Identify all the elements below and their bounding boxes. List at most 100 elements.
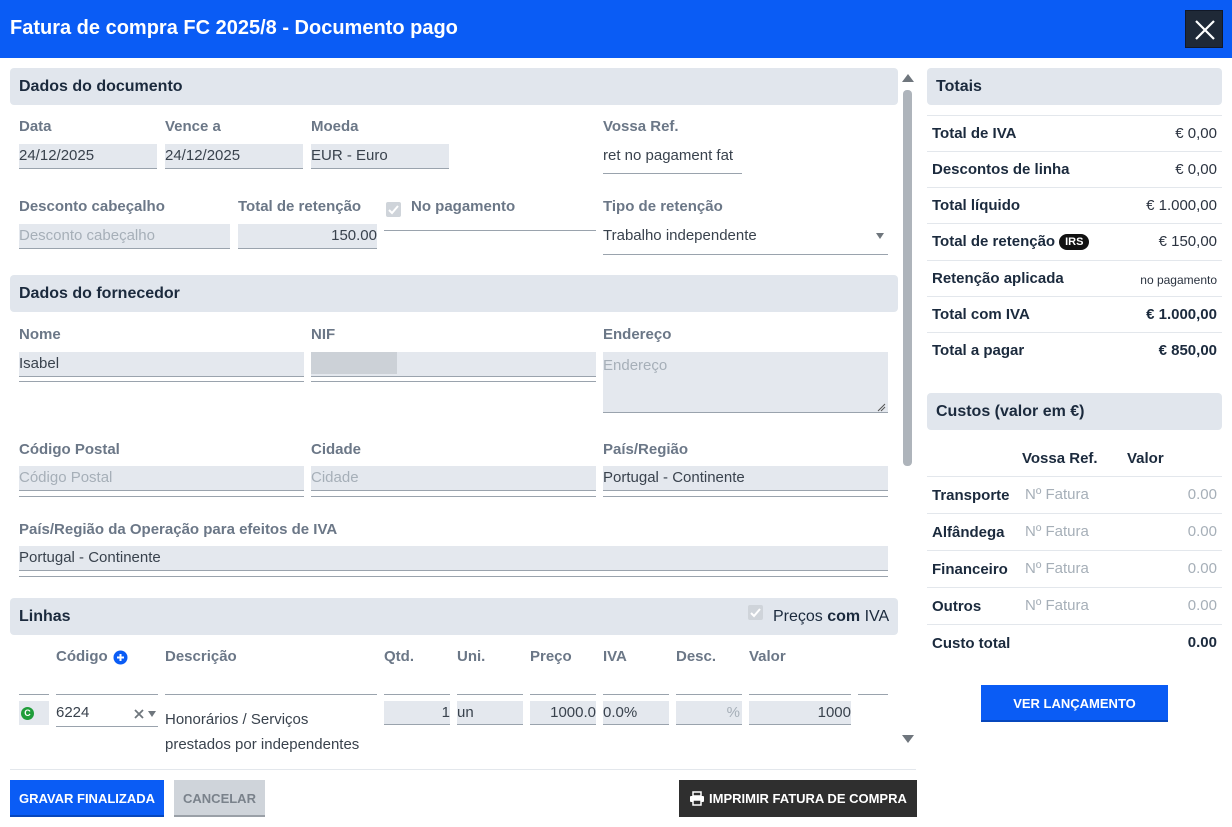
- cost-row-others: Outros Nº Fatura 0.00: [927, 587, 1222, 624]
- totals-row-label: Total de retenção IRS: [932, 233, 1090, 251]
- line-description[interactable]: Honorários / Serviços prestados por inde…: [165, 707, 359, 757]
- col-underline: [384, 694, 450, 695]
- chevron-down-icon[interactable]: [148, 711, 156, 717]
- save-finalized-button[interactable]: GRAVAR FINALIZADA: [10, 780, 164, 817]
- section-totals-title: Totais: [936, 78, 982, 95]
- country-underline: [603, 496, 888, 497]
- totals-row: Total com IVA € 1.000,00: [927, 296, 1222, 332]
- footer-divider: [10, 769, 916, 770]
- chevron-down-icon[interactable]: [876, 233, 884, 239]
- vat-country-field[interactable]: Portugal - Continente: [19, 546, 888, 571]
- section-supplier-header: Dados do fornecedor: [10, 275, 898, 312]
- totals-row-value: no pagamento: [1140, 273, 1217, 287]
- totals-row-label: Retenção aplicada: [932, 270, 1064, 287]
- section-costs-title: Custos (valor em €): [936, 403, 1085, 420]
- address-textarea[interactable]: Endereço: [603, 352, 888, 413]
- prices-with-vat-checkbox[interactable]: [748, 605, 763, 620]
- totals-row-label: Total líquido: [932, 197, 1021, 214]
- cancel-button[interactable]: CANCELAR: [174, 780, 265, 817]
- check-icon: [388, 205, 399, 215]
- cost-ref-input[interactable]: Nº Fatura: [1025, 523, 1089, 540]
- due-date-field[interactable]: 24/12/2025: [165, 144, 303, 169]
- section-supplier-title: Dados do fornecedor: [19, 285, 180, 302]
- cost-ref-input[interactable]: Nº Fatura: [1025, 560, 1089, 577]
- col-price-header: Preço: [530, 648, 572, 665]
- cost-value-input[interactable]: 0.00: [1188, 523, 1217, 540]
- line-discount-field[interactable]: %: [676, 701, 742, 725]
- costs-col-value-header: Valor: [1127, 450, 1164, 467]
- clear-icon[interactable]: [134, 709, 144, 719]
- date-field[interactable]: 24/12/2025: [19, 144, 157, 169]
- on-payment-checkbox[interactable]: [386, 202, 401, 217]
- cost-value-input[interactable]: 0.00: [1188, 597, 1217, 614]
- line-unit-field[interactable]: un: [457, 701, 523, 725]
- section-totals-header: Totais: [927, 68, 1222, 105]
- name-label: Nome: [19, 326, 61, 343]
- totals-row: Retenção aplicada no pagamento: [927, 260, 1222, 296]
- line-qty-field[interactable]: 1: [384, 701, 450, 725]
- retention-type-label: Tipo de retenção: [603, 198, 723, 215]
- cost-value-input[interactable]: 0.00: [1188, 486, 1217, 503]
- resize-handle-icon[interactable]: [877, 403, 886, 412]
- cost-row-customs: Alfândega Nº Fatura 0.00: [927, 513, 1222, 550]
- check-icon: [750, 608, 761, 618]
- header-discount-field[interactable]: Desconto cabeçalho: [19, 224, 230, 249]
- country-field[interactable]: Portugal - Continente: [603, 466, 888, 491]
- view-entry-button[interactable]: VER LANÇAMENTO: [981, 685, 1168, 722]
- col-underline: [530, 694, 596, 695]
- line-vat-field[interactable]: 0.0%: [603, 701, 669, 725]
- section-document-header: Dados do documento: [10, 68, 898, 105]
- postal-code-label: Código Postal: [19, 441, 120, 458]
- date-label: Data: [19, 118, 52, 135]
- totals-row: Total de retenção IRS € 150,00: [927, 223, 1222, 259]
- nif-label: NIF: [311, 326, 336, 343]
- printer-icon: [690, 791, 704, 806]
- nif-underline: [311, 381, 596, 382]
- cost-ref-input[interactable]: Nº Fatura: [1025, 597, 1089, 614]
- scroll-up-arrow-icon[interactable]: [902, 74, 914, 82]
- currency-label: Moeda: [311, 118, 359, 135]
- totals-row-label: Total de IVA: [932, 125, 1017, 142]
- col-underline: [858, 694, 888, 695]
- line-code-input[interactable]: 6224: [56, 704, 89, 721]
- retention-total-field[interactable]: 150.00: [238, 224, 377, 249]
- retention-type-select[interactable]: Trabalho independente: [603, 227, 757, 244]
- col-underline: [19, 694, 49, 695]
- close-button[interactable]: [1185, 10, 1223, 48]
- cost-ref-input[interactable]: Nº Fatura: [1025, 486, 1089, 503]
- col-underline: [603, 694, 669, 695]
- scroll-down-arrow-icon[interactable]: [902, 735, 914, 743]
- line-price-field[interactable]: 1000.0: [530, 701, 596, 725]
- city-underline: [311, 496, 596, 497]
- totals-row: Descontos de linha € 0,00: [927, 151, 1222, 187]
- your-ref-input[interactable]: ret no pagament fat: [603, 147, 742, 164]
- print-invoice-button[interactable]: IMPRIMIR FATURA DE COMPRA: [679, 780, 917, 817]
- city-field[interactable]: Cidade: [311, 466, 596, 491]
- name-field[interactable]: Isabel: [19, 352, 304, 377]
- line-value-field[interactable]: 1000: [749, 701, 851, 725]
- postal-code-field[interactable]: Código Postal: [19, 466, 304, 491]
- your-ref-label: Vossa Ref.: [603, 118, 679, 135]
- col-qty-header: Qtd.: [384, 648, 414, 665]
- cost-row-total: Custo total 0.00: [927, 624, 1222, 661]
- col-code-header: Código: [56, 648, 108, 665]
- add-code-icon[interactable]: [113, 650, 128, 665]
- line-description-line1: Honorários / Serviços: [165, 711, 309, 728]
- cost-row-label: Transporte: [932, 487, 1010, 504]
- cost-value-input[interactable]: 0.00: [1188, 560, 1217, 577]
- currency-field[interactable]: EUR - Euro: [311, 144, 449, 169]
- your-ref-underline: [603, 173, 742, 174]
- nif-field[interactable]: [311, 352, 596, 377]
- col-underline: [165, 694, 377, 695]
- col-unit-header: Uni.: [457, 648, 486, 665]
- window-titlebar: Fatura de compra FC 2025/8 - Documento p…: [0, 0, 1232, 58]
- cost-total-value: 0.00: [1187, 634, 1217, 651]
- totals-row-value: € 0,00: [1175, 125, 1217, 142]
- totals-row-value: € 1.000,00: [1146, 306, 1217, 323]
- section-document-title: Dados do documento: [19, 78, 183, 95]
- col-underline: [56, 694, 158, 695]
- scrollbar-thumb[interactable]: [903, 90, 912, 466]
- totals-row-value: € 1.000,00: [1146, 197, 1217, 214]
- on-payment-label: No pagamento: [411, 198, 516, 215]
- col-underline: [749, 694, 851, 695]
